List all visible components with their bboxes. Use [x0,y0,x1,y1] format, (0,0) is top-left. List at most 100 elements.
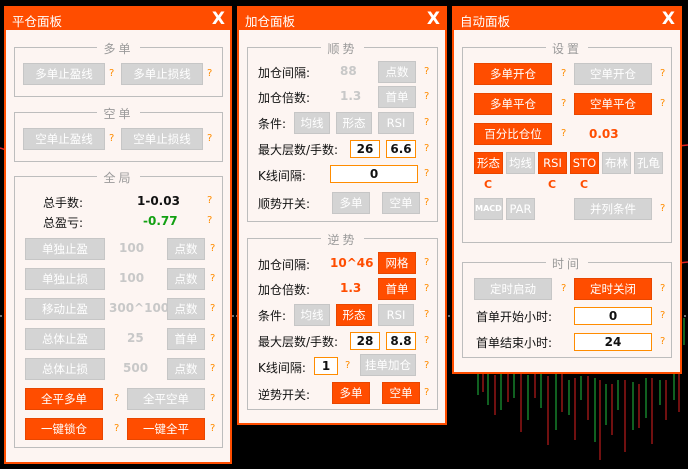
help-icon[interactable]: ? [424,168,429,179]
help-icon[interactable]: ? [424,387,429,398]
unit-first-order-button[interactable]: 首单 [167,328,205,350]
help-icon[interactable]: ? [424,143,429,154]
help-icon[interactable]: ? [561,98,566,109]
parallel-conditions-button[interactable]: 并列条件 [574,198,652,220]
unit-points-button[interactable]: 点数 [167,298,205,320]
indicator-bollinger-button[interactable]: 布林 [602,152,631,174]
counter-max-lots-input[interactable]: 8.8 [386,332,416,350]
long-open-button[interactable]: 多单开仓 [474,63,552,85]
help-icon[interactable]: ? [114,423,119,434]
cond-rsi-button[interactable]: RSI [378,112,414,134]
single-take-profit-value[interactable]: 100 [119,241,144,255]
long-close-button[interactable]: 多单平仓 [474,93,552,115]
help-icon[interactable]: ? [424,66,429,77]
close-icon[interactable]: X [212,8,225,30]
help-icon[interactable]: ? [561,68,566,79]
counter-gap-value[interactable]: 10^46 [330,256,373,270]
unit-points-button[interactable]: 点数 [378,61,416,83]
help-icon[interactable]: ? [109,133,114,144]
help-icon[interactable]: ? [660,283,665,294]
short-stop-loss-button[interactable]: 空单止损线 [121,128,203,150]
overall-take-profit-button[interactable]: 总体止盈 [25,328,105,350]
help-icon[interactable]: ? [109,68,114,79]
short-take-profit-button[interactable]: 空单止盈线 [23,128,105,150]
help-icon[interactable]: ? [660,310,665,321]
overall-take-profit-value[interactable]: 25 [127,331,144,345]
single-stop-loss-value[interactable]: 100 [119,271,144,285]
single-stop-loss-button[interactable]: 单独止损 [25,268,105,290]
multi-take-profit-button[interactable]: 多单止盈线 [23,63,105,85]
trend-long-toggle[interactable]: 多单 [332,192,370,214]
help-icon[interactable]: ? [561,128,566,139]
timer-start-button[interactable]: 定时启动 [474,278,552,300]
indicator-rsi-button[interactable]: RSI [538,152,567,174]
title-bar[interactable]: 平仓面板 X [6,8,230,30]
indicator-ma-button[interactable]: 均线 [506,152,535,174]
help-icon[interactable]: ? [424,360,429,371]
unit-points-button[interactable]: 点数 [167,358,205,380]
help-icon[interactable]: ? [424,335,429,346]
help-icon[interactable]: ? [660,68,665,79]
timer-stop-button[interactable]: 定时关闭 [574,278,652,300]
trailing-take-profit-button[interactable]: 移动止盈 [25,298,105,320]
help-icon[interactable]: ? [660,203,665,214]
unit-points-button[interactable]: 点数 [167,268,205,290]
overall-stop-loss-button[interactable]: 总体止损 [25,358,105,380]
close-all-short-button[interactable]: 全平空单 [127,388,205,410]
indicator-par-button[interactable]: PAR [506,198,535,220]
indicator-macd-button[interactable]: MACD [474,198,503,220]
single-take-profit-button[interactable]: 单独止盈 [25,238,105,260]
pending-add-button[interactable]: 挂单加仓 [360,354,416,376]
trend-kline-input[interactable]: 0 [330,165,418,183]
title-bar[interactable]: 自动面板 X [454,8,680,30]
help-icon[interactable]: ? [210,423,215,434]
unit-points-button[interactable]: 点数 [167,238,205,260]
unit-grid-button[interactable]: 网格 [378,252,416,274]
percent-position-value[interactable]: 0.03 [589,127,619,141]
help-icon[interactable]: ? [207,195,212,206]
close-all-long-button[interactable]: 全平多单 [25,388,103,410]
help-icon[interactable]: ? [424,197,429,208]
trend-multiplier-value[interactable]: 1.3 [340,89,361,103]
help-icon[interactable]: ? [210,333,215,344]
cond-rsi-button[interactable]: RSI [378,304,414,326]
counter-multiplier-value[interactable]: 1.3 [340,281,361,295]
help-icon[interactable]: ? [207,215,212,226]
help-icon[interactable]: ? [660,98,665,109]
help-icon[interactable]: ? [210,363,215,374]
short-close-button[interactable]: 空单平仓 [574,93,652,115]
help-icon[interactable]: ? [561,283,566,294]
trend-short-toggle[interactable]: 空单 [382,192,420,214]
trend-gap-value[interactable]: 88 [340,64,357,78]
counter-max-layers-input[interactable]: 28 [350,332,380,350]
help-icon[interactable]: ? [345,360,350,371]
lock-position-button[interactable]: 一键锁仓 [25,418,103,440]
indicator-pattern-button[interactable]: 形态 [474,152,503,174]
trend-max-layers-input[interactable]: 26 [350,140,380,158]
help-icon[interactable]: ? [424,283,429,294]
help-icon[interactable]: ? [210,243,215,254]
help-icon[interactable]: ? [210,303,215,314]
cond-ma-button[interactable]: 均线 [294,112,330,134]
counter-long-toggle[interactable]: 多单 [332,382,370,404]
start-hour-input[interactable]: 0 [574,307,652,325]
counter-kline-input[interactable]: 1 [314,357,338,375]
help-icon[interactable]: ? [210,273,215,284]
close-all-button[interactable]: 一键全平 [127,418,205,440]
counter-short-toggle[interactable]: 空单 [382,382,420,404]
cond-pattern-button[interactable]: 形态 [336,112,372,134]
unit-first-order-button[interactable]: 首单 [378,278,416,300]
help-icon[interactable]: ? [207,133,212,144]
end-hour-input[interactable]: 24 [574,333,652,351]
trailing-take-profit-value[interactable]: 300^100 [109,301,169,315]
multi-stop-loss-button[interactable]: 多单止损线 [121,63,203,85]
help-icon[interactable]: ? [424,117,429,128]
percent-position-button[interactable]: 百分比仓位 [474,123,552,145]
help-icon[interactable]: ? [114,393,119,404]
help-icon[interactable]: ? [210,393,215,404]
cond-pattern-button[interactable]: 形态 [336,304,372,326]
help-icon[interactable]: ? [660,336,665,347]
short-open-button[interactable]: 空单开仓 [574,63,652,85]
overall-stop-loss-value[interactable]: 500 [123,361,148,375]
help-icon[interactable]: ? [207,68,212,79]
